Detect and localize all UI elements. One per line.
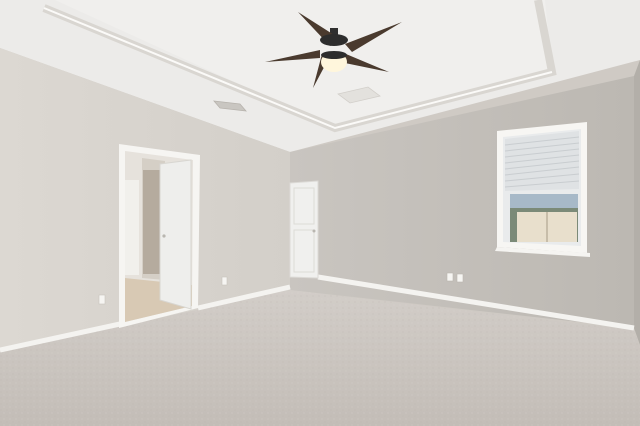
right-wall xyxy=(634,60,640,345)
outlet-icon xyxy=(98,294,106,305)
room-scene xyxy=(0,0,640,426)
open-door-icon[interactable] xyxy=(159,159,192,310)
room-illustration xyxy=(0,0,640,426)
closet-door[interactable] xyxy=(289,180,319,279)
outlet-icon xyxy=(446,272,454,282)
outlet-icon xyxy=(456,273,464,283)
outlet-icon xyxy=(221,276,228,286)
hallway-doorway[interactable] xyxy=(119,144,200,328)
window-icon[interactable] xyxy=(495,122,590,257)
